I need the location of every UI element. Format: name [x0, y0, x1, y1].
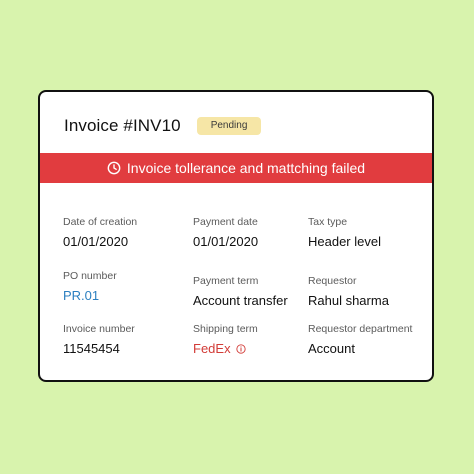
field-label: Payment date [193, 216, 258, 228]
field-date-of-creation: Date of creation 01/01/2020 [63, 216, 137, 250]
invoice-card: Invoice #INV10 Pending Invoice tolleranc… [38, 90, 434, 382]
field-value: Account [308, 341, 355, 356]
field-label: Tax type [308, 216, 348, 228]
shipping-term-text: FedEx [193, 341, 231, 356]
clock-icon [107, 161, 121, 175]
field-payment-term: Payment term Account transfer [193, 275, 288, 309]
alert-message: Invoice tollerance and mattching failed [126, 160, 366, 176]
field-requestor: Requestor Rahul sharma [308, 275, 389, 309]
field-label: Requestor [308, 275, 357, 287]
field-value: 11545454 [63, 341, 120, 356]
field-label: Payment term [193, 275, 259, 287]
field-value: Header level [308, 234, 381, 249]
status-badge: Pending [196, 117, 262, 135]
field-value: Account transfer [193, 293, 288, 308]
field-label: Invoice number [63, 323, 135, 335]
field-requestor-department: Requestor department Account [308, 323, 412, 357]
field-value: Rahul sharma [308, 293, 389, 308]
field-shipping-term: Shipping term FedEx [193, 323, 258, 357]
info-icon[interactable] [235, 344, 246, 354]
field-label: Requestor department [308, 323, 413, 335]
field-invoice-number: Invoice number 11545454 [63, 323, 135, 357]
field-label: PO number [63, 270, 117, 282]
field-po-number: PO number PR.01 [63, 270, 117, 304]
field-tax-type: Tax type Header level [308, 216, 381, 250]
field-label: Shipping term [193, 323, 258, 335]
field-label: Date of creation [63, 216, 138, 228]
invoice-title: Invoice #INV10 [64, 116, 181, 135]
field-value: 01/01/2020 [63, 234, 129, 249]
error-alert-banner: Invoice tollerance and mattching failed [40, 153, 432, 183]
field-payment-date: Payment date 01/01/2020 [193, 216, 258, 250]
shipping-term-value: FedEx [193, 341, 258, 357]
field-value: 01/01/2020 [193, 234, 259, 249]
invoice-header: Invoice #INV10 Pending [64, 116, 262, 136]
po-number-link[interactable]: PR.01 [63, 288, 117, 304]
